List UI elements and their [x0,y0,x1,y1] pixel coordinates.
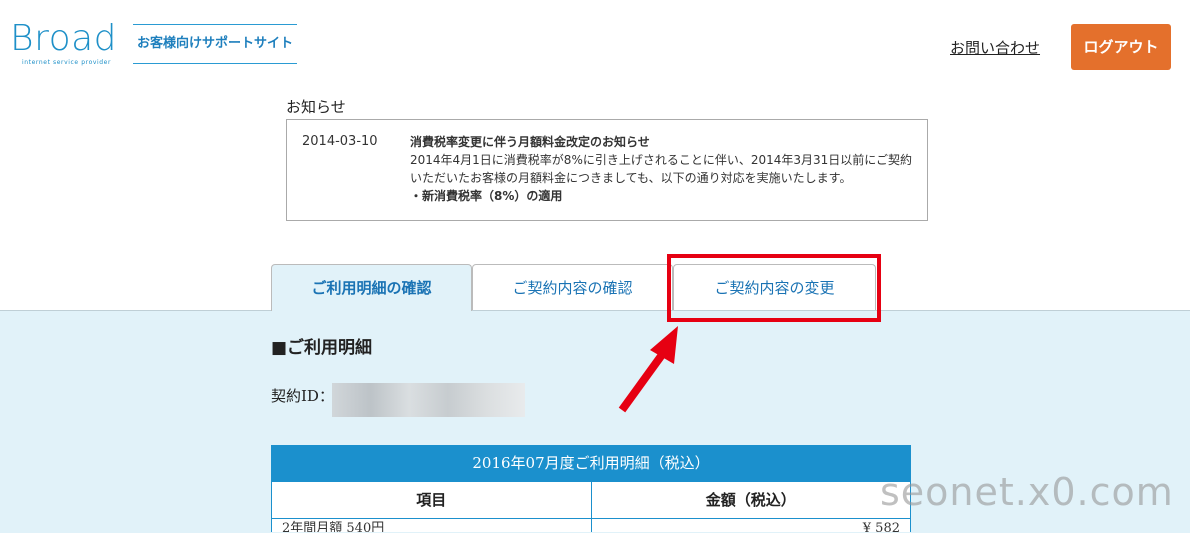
redacted-contract-id [332,383,525,417]
support-site-label: お客様向けサポートサイト [133,24,297,64]
notice-heading: お知らせ [286,98,346,116]
notice-body: 消費税率変更に伴う月額料金改定のお知らせ 2014年4月1日に消費税率が8%に引… [410,133,915,205]
contract-id-label: 契約ID： [271,387,334,405]
red-arrow-icon [618,326,678,413]
notice-box[interactable]: 2014-03-10 消費税率変更に伴う月額料金改定のお知らせ 2014年4月1… [286,119,928,221]
contact-link[interactable]: お問い合わせ [950,37,1040,58]
column-header-amount: 金額（税込） [590,482,910,519]
row-item: 2年間月額 540円 [282,521,385,532]
logout-button[interactable]: ログアウト [1071,24,1171,70]
billing-table-header: 項目 金額（税込） [271,482,911,519]
notice-date: 2014-03-10 [302,134,378,149]
broad-logo[interactable]: Broad [10,19,117,59]
tab-contract-details[interactable]: ご契約内容の確認 [472,264,673,310]
section-title: ■ご利用明細 [271,338,373,358]
tab-contract-change[interactable]: ご契約内容の変更 [673,264,876,310]
billing-table: 2016年07月度ご利用明細（税込） 項目 金額（税込） 2年間月額 540円 … [271,445,911,532]
tab-usage-details[interactable]: ご利用明細の確認 [271,264,472,311]
notice-text: 2014年4月1日に消費税率が8%に引き上げされることに伴い、2014年3月31… [410,153,913,185]
notice-bullet: ・新消費税率（8%）の適用 [410,189,563,203]
logo-tagline: internet service provider [22,59,112,66]
row-amount: ¥ 582 [590,519,911,532]
notice-title[interactable]: 消費税率変更に伴う月額料金改定のお知らせ [410,133,915,151]
watermark: seonet.x0.com [880,470,1174,514]
table-row: 2年間月額 540円 ¥ 582 [271,519,911,532]
column-header-item: 項目 [272,482,591,519]
billing-table-caption: 2016年07月度ご利用明細（税込） [271,445,911,482]
